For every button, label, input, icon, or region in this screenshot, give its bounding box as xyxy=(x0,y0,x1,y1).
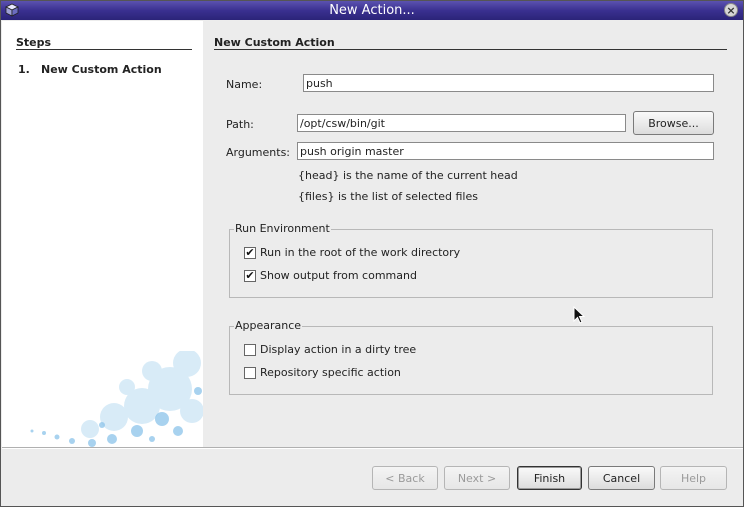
title-bar[interactable]: New Action... × xyxy=(1,1,743,20)
steps-title: Steps xyxy=(16,36,52,49)
cancel-button[interactable]: Cancel xyxy=(588,466,655,490)
repository-specific-label[interactable]: Repository specific action xyxy=(260,366,401,379)
panel-divider xyxy=(214,49,727,50)
name-label: Name: xyxy=(226,78,263,91)
show-output-label[interactable]: Show output from command xyxy=(260,269,417,282)
path-field[interactable] xyxy=(297,114,626,132)
back-button[interactable]: < Back xyxy=(372,466,438,490)
hint-files: {files} is the list of selected files xyxy=(298,190,478,203)
step-number: 1. xyxy=(18,63,30,76)
name-field[interactable] xyxy=(303,74,714,92)
window-title: New Action... xyxy=(329,3,415,18)
footer-divider-highlight xyxy=(2,448,743,449)
repository-specific-checkbox[interactable] xyxy=(244,367,256,379)
new-action-dialog: New Action... × Steps 1. New Custom Acti… xyxy=(0,0,744,507)
step-label-new-custom-action: New Custom Action xyxy=(41,63,162,76)
panel-title: New Custom Action xyxy=(214,36,335,49)
path-label: Path: xyxy=(226,118,254,131)
run-environment-group: Run Environment ✔ Run in the root of the… xyxy=(229,222,713,298)
next-button[interactable]: Next > xyxy=(444,466,510,490)
arguments-field[interactable] xyxy=(297,142,714,160)
appearance-legend: Appearance xyxy=(234,319,303,332)
run-in-root-label[interactable]: Run in the root of the work directory xyxy=(260,246,460,259)
show-output-checkbox[interactable]: ✔ xyxy=(244,270,256,282)
help-button[interactable]: Help xyxy=(660,466,727,490)
dirty-tree-checkbox[interactable] xyxy=(244,344,256,356)
appearance-group: Appearance Display action in a dirty tre… xyxy=(229,319,713,395)
dirty-tree-label[interactable]: Display action in a dirty tree xyxy=(260,343,416,356)
steps-sidebar: Steps 1. New Custom Action xyxy=(2,21,203,447)
browse-button[interactable]: Browse... xyxy=(633,111,714,135)
custom-action-panel: New Custom Action Name: Path: Browse... … xyxy=(203,21,743,447)
run-in-root-checkbox[interactable]: ✔ xyxy=(244,247,256,259)
mouse-pointer-icon xyxy=(573,306,585,324)
steps-divider xyxy=(16,49,192,50)
hint-head: {head} is the name of the current head xyxy=(298,169,518,182)
close-icon[interactable]: × xyxy=(724,3,738,17)
finish-button[interactable]: Finish xyxy=(517,466,582,490)
arguments-label: Arguments: xyxy=(226,146,291,159)
run-environment-legend: Run Environment xyxy=(234,222,331,235)
decorative-bubbles xyxy=(30,351,203,447)
